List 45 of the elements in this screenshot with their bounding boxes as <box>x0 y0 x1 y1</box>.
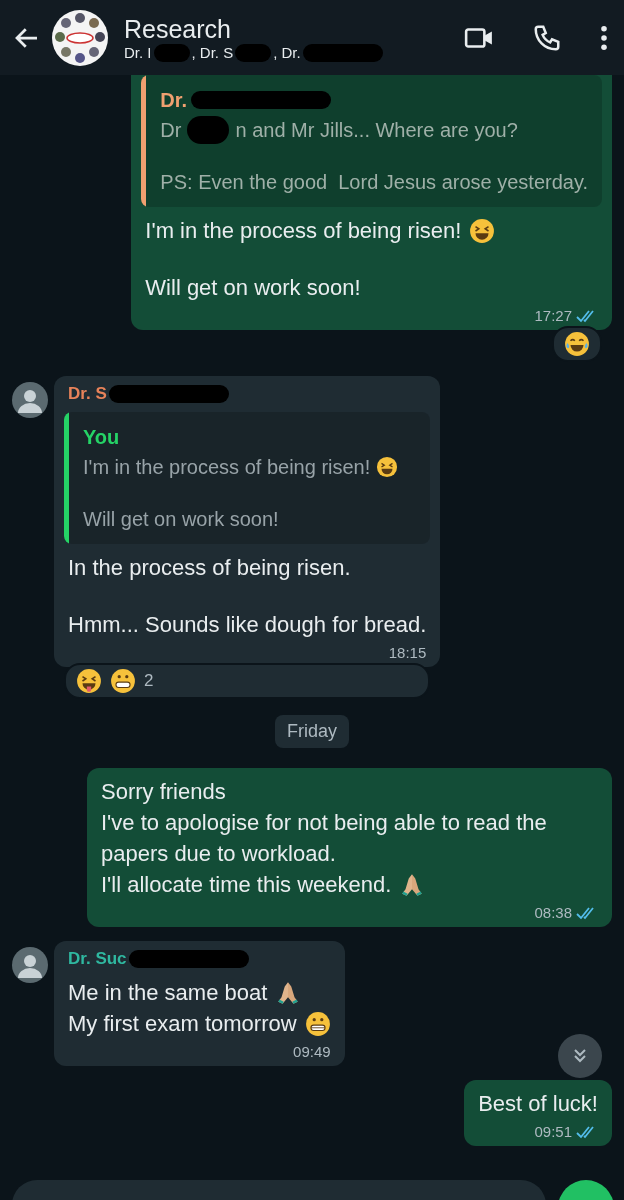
quoted-text: Dr <box>160 118 182 143</box>
quote-author: You <box>83 425 120 450</box>
menu-icon[interactable] <box>600 24 608 51</box>
message-text: My first exam tomorrow <box>68 1010 297 1038</box>
reaction-pill[interactable] <box>552 326 602 362</box>
reaction-count: 2 <box>144 671 154 691</box>
redaction-scribble <box>153 43 190 62</box>
redaction-scribble <box>187 116 230 144</box>
message-time: 08:38 <box>534 904 572 921</box>
message-text: I've to apologise for not being able to read the papers due to workload. <box>101 809 548 868</box>
quoted-text: I'm in the process of being risen! <box>83 455 371 480</box>
message-text: Sorry friends <box>101 778 226 806</box>
message-time: 17:27 <box>534 307 572 324</box>
group-member: Dr. I <box>124 44 152 61</box>
crying-laughing-face-icon <box>564 331 590 357</box>
avatar[interactable] <box>12 947 48 983</box>
grimacing-face-icon <box>110 668 136 694</box>
scroll-down-button[interactable] <box>558 1034 602 1078</box>
message-time: 18:15 <box>388 644 427 661</box>
message-text: I'll allocate time this weekend. <box>101 871 392 899</box>
sender-name: Dr. S <box>68 384 107 404</box>
redaction-scribble <box>235 43 272 62</box>
quoted-text: PS: Even the good Lord Jesus arose yesterday. <box>160 170 588 195</box>
quoted-text: n and Mr Jills... Where are you? <box>235 118 518 143</box>
message-time: 09:51 <box>534 1123 572 1140</box>
chat-title[interactable]: Research <box>124 13 426 44</box>
quote-author: Dr. <box>160 88 188 113</box>
message-time: 09:49 <box>293 1043 331 1060</box>
message-text: Best of luck! <box>478 1090 598 1118</box>
grimacing-face-icon <box>304 1010 331 1037</box>
message-text: In the process of being risen. <box>68 554 351 582</box>
message-text: Will get on work soon! <box>145 274 361 302</box>
laughing-face-icon <box>469 217 496 244</box>
laughing-face-icon <box>376 456 399 478</box>
sender-name: Dr. Suc <box>68 949 127 969</box>
group-member: , Dr. <box>273 44 301 61</box>
tongue-face-icon <box>76 668 102 694</box>
group-member: , Dr. S <box>191 44 234 61</box>
message-text: Me in the same boat <box>68 979 268 1007</box>
reaction-pill[interactable]: 2 <box>64 663 431 699</box>
message-text: I'm in the process of being risen! <box>145 217 462 245</box>
date-chip: Friday <box>275 715 349 748</box>
avatar[interactable] <box>12 382 48 418</box>
message-text: Hmm... Sounds like dough for bread. <box>68 611 427 639</box>
quoted-text: Will get on work soon! <box>83 507 279 532</box>
